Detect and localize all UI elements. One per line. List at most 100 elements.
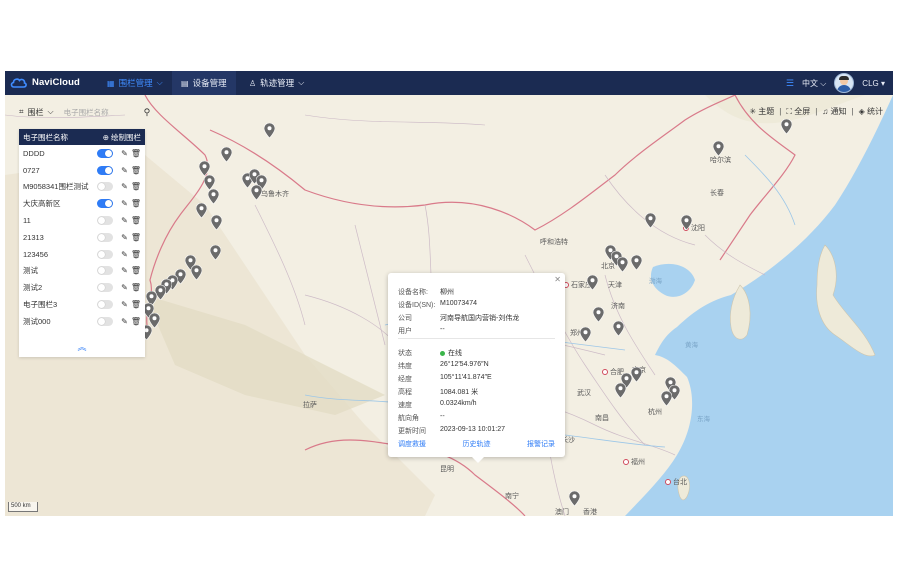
popup-row-updated: 更新时间 2023-09-13 10:01:27 [398,426,505,435]
fence-visibility-toggle[interactable] [97,300,114,310]
edit-icon[interactable]: ✎ [121,233,128,242]
fence-row[interactable]: 11 ✎ 🗑 [19,212,145,229]
device-pin[interactable] [211,215,222,230]
device-pin[interactable] [587,275,598,290]
trash-icon[interactable]: 🗑 [131,149,141,158]
map-canvas[interactable]: 乌鲁木齐 哈尔滨 长春 沈阳 呼和浩特 北京 天津 石家庄 济南 郑州 南京 合… [5,95,893,516]
edit-icon[interactable]: ✎ [121,199,128,208]
fence-row[interactable]: 0727 ✎ 🗑 [19,162,145,179]
device-pin[interactable] [613,321,624,336]
device-pin[interactable] [631,367,642,382]
device-pin[interactable] [204,175,215,190]
nav-device-management[interactable]: ▤ 设备管理 [172,71,236,95]
device-pin[interactable] [661,391,672,406]
device-pin[interactable] [199,161,210,176]
device-pin[interactable] [615,383,626,398]
device-pin[interactable] [264,123,275,138]
edit-icon[interactable]: ✎ [121,182,128,191]
language-select[interactable]: 中文 ⌵ [802,78,826,89]
fence-visibility-toggle[interactable] [97,216,114,226]
list-icon[interactable]: ☰ [786,78,794,89]
fence-name: 测试2 [23,283,43,293]
fence-visibility-toggle[interactable] [97,165,114,175]
fence-row[interactable]: DDDD ✎ 🗑 [19,145,145,162]
theme-button[interactable]: ✳ 主题 [749,106,774,117]
device-pin[interactable] [645,213,656,228]
fence-row[interactable]: 测试000 ✎ 🗑 [19,313,145,330]
edit-icon[interactable]: ✎ [121,250,128,259]
collapse-panel-icon[interactable]: ︽ [19,340,145,353]
city-label: 杭州 [648,409,662,416]
trash-icon[interactable]: 🗑 [131,182,141,191]
trash-icon[interactable]: 🗑 [131,317,141,326]
edit-icon[interactable]: ✎ [121,300,128,309]
device-pin[interactable] [569,491,580,506]
device-pin[interactable] [191,265,202,280]
fence-visibility-toggle[interactable] [97,148,114,158]
device-pin[interactable] [251,185,262,200]
search-icon[interactable]: ⚲ [144,107,151,118]
device-pin[interactable] [631,255,642,270]
device-pin[interactable] [713,141,724,156]
edit-icon[interactable]: ✎ [121,216,128,225]
device-pin[interactable] [617,257,628,272]
nav-fence-management[interactable]: ▦ 围栏管理 ⌵ [107,71,163,95]
city-label: 天津 [608,282,622,289]
fence-row[interactable]: 大庆高新区 ✎ 🗑 [19,195,145,212]
alarm-records-link[interactable]: 报警记录 [527,439,555,449]
device-pin[interactable] [781,119,792,134]
fence-list-panel: 电子围栏名称 ⊕ 绘制围栏 DDDD ✎ 🗑 0727 ✎ 🗑 M9058341围栏测试 ✎ 🗑… [19,129,145,357]
fence-visibility-toggle[interactable] [97,249,114,259]
fence-visibility-toggle[interactable] [97,283,114,293]
edit-icon[interactable]: ✎ [121,266,128,275]
device-pin[interactable] [681,215,692,230]
close-icon[interactable]: ✕ [554,275,561,284]
trash-icon[interactable]: 🗑 [131,216,141,225]
fence-visibility-toggle[interactable] [97,316,114,326]
device-pin[interactable] [210,245,221,260]
edit-icon[interactable]: ✎ [121,166,128,175]
fence-name: 123456 [23,249,49,259]
fence-row[interactable]: 电子围栏3 ✎ 🗑 [19,296,145,313]
remote-rescue-link[interactable]: 调度救援 [398,439,426,449]
nav-track-management[interactable]: ♙ 轨迹管理 ⌵ [249,71,304,95]
notify-button[interactable]: ♫ 通知 [822,106,846,117]
device-pin[interactable] [221,147,232,162]
trash-icon[interactable]: 🗑 [131,233,141,242]
fence-row[interactable]: 123456 ✎ 🗑 [19,246,145,263]
device-pin[interactable] [208,189,219,204]
draw-fence-button[interactable]: ⊕ 绘制围栏 [103,132,141,143]
fence-row[interactable]: 测试 ✎ 🗑 [19,263,145,280]
fence-row[interactable]: 21313 ✎ 🗑 [19,229,145,246]
fence-visibility-toggle[interactable] [97,266,114,276]
trash-icon[interactable]: 🗑 [131,250,141,259]
trash-icon[interactable]: 🗑 [131,300,141,309]
user-menu[interactable]: CLG ▾ [862,79,885,88]
edit-icon[interactable]: ✎ [121,283,128,292]
fence-visibility-toggle[interactable] [97,182,114,192]
brand[interactable]: NaviCloud [10,76,80,89]
device-pin[interactable] [196,203,207,218]
fence-row[interactable]: M9058341围栏测试 ✎ 🗑 [19,179,145,196]
fence-visibility-toggle[interactable] [97,232,114,242]
history-track-link[interactable]: 历史轨迹 [463,439,491,449]
stats-button[interactable]: ◈ 统计 [859,106,883,117]
fence-name: 0727 [23,165,40,175]
trash-icon[interactable]: 🗑 [131,283,141,292]
fence-type-select[interactable]: ⌗ 围栏 ⌵ [19,107,54,118]
fence-type-label: 围栏 [27,107,44,117]
trash-icon[interactable]: 🗑 [131,266,141,275]
fence-search-input[interactable] [59,106,138,118]
fence-row[interactable]: 测试2 ✎ 🗑 [19,279,145,296]
device-pin[interactable] [593,307,604,322]
edit-icon[interactable]: ✎ [121,317,128,326]
fence-search-bar: ⌗ 围栏 ⌵ ⚲ [19,106,150,118]
avatar[interactable] [834,73,855,93]
trash-icon[interactable]: 🗑 [131,166,141,175]
sea-label: 黄海 [685,342,698,349]
trash-icon[interactable]: 🗑 [131,199,141,208]
fence-visibility-toggle[interactable] [97,199,114,209]
device-pin[interactable] [580,327,591,342]
fullscreen-button[interactable]: ⛶ 全屏 [786,106,810,117]
edit-icon[interactable]: ✎ [121,149,128,158]
